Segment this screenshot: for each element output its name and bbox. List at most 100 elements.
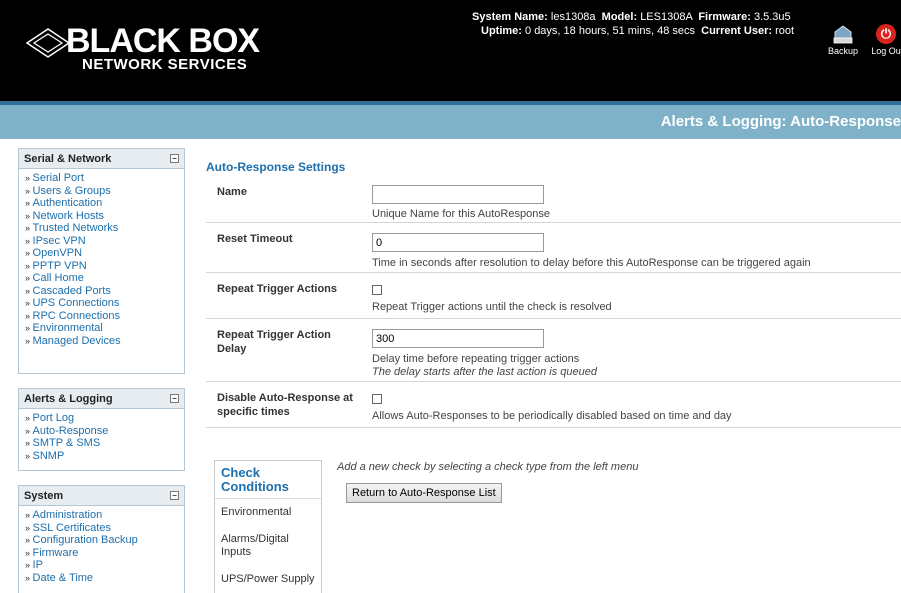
settings-panel: Auto-Response Settings Name Unique Name … [206, 160, 901, 428]
repeat-delay-help: Delay time before repeating trigger acti… [372, 353, 597, 379]
sidebar-item-label: SNMP [32, 449, 65, 462]
reset-timeout-help: Time in seconds after resolution to dela… [372, 257, 811, 269]
section-title: Auto-Response Settings [206, 160, 346, 174]
sidebar-item-serial-network-9[interactable]: » Cascaded Ports [25, 285, 178, 298]
return-to-list-button[interactable]: Return to Auto-Response List [346, 483, 502, 503]
menu-header-alerts-logging[interactable]: Alerts & Logging − [19, 389, 184, 409]
sidebar-item-serial-network-5[interactable]: » IPsec VPN [25, 235, 178, 248]
check-conditions-menu: Check Conditions Environmental Alarms/Dig… [214, 460, 322, 593]
sidebar-item-serial-network-13[interactable]: » Managed Devices [25, 335, 178, 348]
repeat-trigger-checkbox[interactable] [372, 285, 382, 295]
firmware-label: Firmware: [698, 11, 751, 23]
menu-list-system: » Administration» SSL Certificates» Conf… [19, 506, 184, 588]
menu-header-serial-network[interactable]: Serial & Network − [19, 149, 184, 169]
sidebar-item-serial-network-3[interactable]: » Network Hosts [25, 210, 178, 223]
sidebar-item-serial-network-1[interactable]: » Users & Groups [25, 185, 178, 198]
arrow-icon: » [25, 535, 33, 545]
page-title: Alerts & Logging: Auto-Response [660, 113, 901, 130]
check-condition-item[interactable]: UPS/Power Supply [215, 566, 321, 593]
arrow-icon: » [25, 425, 33, 436]
sidebar-item-alerts-logging-2[interactable]: » SMTP & SMS [25, 437, 178, 450]
repeat-trigger-help: Repeat Trigger actions until the check i… [372, 301, 612, 313]
sidebar-item-system-3[interactable]: » Firmware [25, 547, 178, 560]
menu-header-system[interactable]: System − [19, 486, 184, 506]
check-condition-item[interactable]: Alarms/Digital Inputs [215, 526, 321, 566]
arrow-icon: » [25, 285, 33, 296]
sidebar-item-serial-network-10[interactable]: » UPS Connections [25, 297, 178, 310]
model-value: LES1308A [640, 11, 693, 23]
sidebar-item-serial-network-8[interactable]: » Call Home [25, 272, 178, 285]
sidebar-item-serial-network-6[interactable]: » OpenVPN [25, 247, 178, 260]
sidebar-item-label: SMTP & SMS [32, 437, 101, 449]
sidebar-item-label: RPC Connections [32, 309, 120, 322]
disable-times-help: Allows Auto-Responses to be periodically… [372, 410, 732, 422]
uptime-label: Uptime: [481, 25, 522, 37]
sidebar-item-label: Environmental [32, 322, 103, 334]
backup-button[interactable]: Backup [822, 24, 864, 56]
menu-list-serial-network: » Serial Port» Users & Groups» Authentic… [19, 169, 184, 351]
sidebar-item-label: Call Home [32, 272, 84, 284]
check-condition-item[interactable]: Environmental [215, 499, 321, 526]
repeat-delay-help-note: The delay starts after the last action i… [372, 366, 598, 378]
sidebar-item-system-5[interactable]: » Date & Time [25, 572, 178, 585]
sidebar-item-system-1[interactable]: » SSL Certificates [25, 522, 178, 535]
menu-title: System [24, 490, 64, 502]
arrow-icon: » [25, 298, 33, 308]
sidebar-item-label: OpenVPN [32, 247, 83, 259]
row-reset-timeout: Reset Timeout Time in seconds after reso… [206, 223, 901, 273]
arrow-icon: » [25, 522, 33, 533]
sidebar-item-serial-network-7[interactable]: » PPTP VPN [25, 260, 178, 273]
row-disable-times: Disable Auto-Response at specific times … [206, 382, 901, 428]
sidebar-item-label: UPS Connections [32, 297, 120, 309]
arrow-icon: » [25, 450, 33, 461]
title-bar: Alerts & Logging: Auto-Response [0, 105, 901, 139]
disable-times-label: Disable Auto-Response at specific times [217, 392, 353, 418]
sidebar-item-serial-network-2[interactable]: » Authentication [25, 197, 178, 210]
menu-alerts-logging: Alerts & Logging − » Port Log» Auto-Resp… [18, 388, 185, 471]
sidebar-item-label: PPTP VPN [32, 259, 87, 272]
current-user-label: Current User: [701, 25, 773, 37]
sidebar-item-alerts-logging-3[interactable]: » SNMP [25, 450, 178, 463]
menu-system: System − » Administration» SSL Certifica… [18, 485, 185, 593]
sidebar-item-label: IP [32, 559, 43, 571]
name-input[interactable] [372, 185, 544, 204]
sidebar-item-serial-network-12[interactable]: » Environmental [25, 322, 178, 335]
sidebar-item-alerts-logging-0[interactable]: » Port Log [25, 412, 178, 425]
arrow-icon: » [25, 185, 33, 196]
sidebar-item-serial-network-11[interactable]: » RPC Connections [25, 310, 178, 323]
sidebar-item-serial-network-4[interactable]: » Trusted Networks [25, 222, 178, 235]
menu-title: Alerts & Logging [24, 393, 113, 405]
sidebar-item-label: Users & Groups [32, 184, 111, 197]
sidebar-item-label: Managed Devices [32, 334, 121, 347]
sidebar-item-label: Authentication [32, 197, 103, 209]
row-name: Name Unique Name for this AutoResponse [206, 177, 901, 223]
black-box-logo[interactable]: BLACK BOX NETWORK SERVICES [26, 22, 266, 78]
sidebar-item-system-4[interactable]: » IP [25, 559, 178, 572]
menu-list-alerts-logging: » Port Log» Auto-Response» SMTP & SMS» S… [19, 409, 184, 466]
arrow-icon: » [25, 547, 33, 558]
arrow-icon: » [25, 335, 33, 346]
sidebar-item-system-0[interactable]: » Administration [25, 509, 178, 522]
collapse-icon[interactable]: − [170, 394, 179, 403]
logout-button[interactable]: ⏻ Log Ou [866, 24, 901, 56]
sidebar-item-label: Trusted Networks [32, 222, 119, 234]
sidebar-item-serial-network-0[interactable]: » Serial Port [25, 172, 178, 185]
row-repeat-delay: Repeat Trigger Action Delay Delay time b… [206, 319, 901, 382]
current-user-value: root [775, 25, 795, 37]
logout-label: Log Ou [871, 46, 901, 56]
sidebar-item-system-2[interactable]: » Configuration Backup [25, 534, 178, 547]
system-name-value: les1308a [550, 11, 596, 23]
arrow-icon: » [25, 572, 33, 583]
sidebar-item-alerts-logging-1[interactable]: » Auto-Response [25, 425, 178, 438]
reset-timeout-input[interactable] [372, 233, 544, 252]
collapse-icon[interactable]: − [170, 491, 179, 500]
disable-times-checkbox[interactable] [372, 394, 382, 404]
collapse-icon[interactable]: − [170, 154, 179, 163]
arrow-icon: » [25, 413, 33, 423]
name-help: Unique Name for this AutoResponse [372, 208, 550, 220]
logo-subtext: NETWORK SERVICES [82, 56, 248, 73]
repeat-delay-input[interactable] [372, 329, 544, 348]
arrow-icon: » [25, 248, 33, 258]
backup-label: Backup [827, 46, 859, 56]
power-icon: ⏻ [876, 24, 896, 44]
